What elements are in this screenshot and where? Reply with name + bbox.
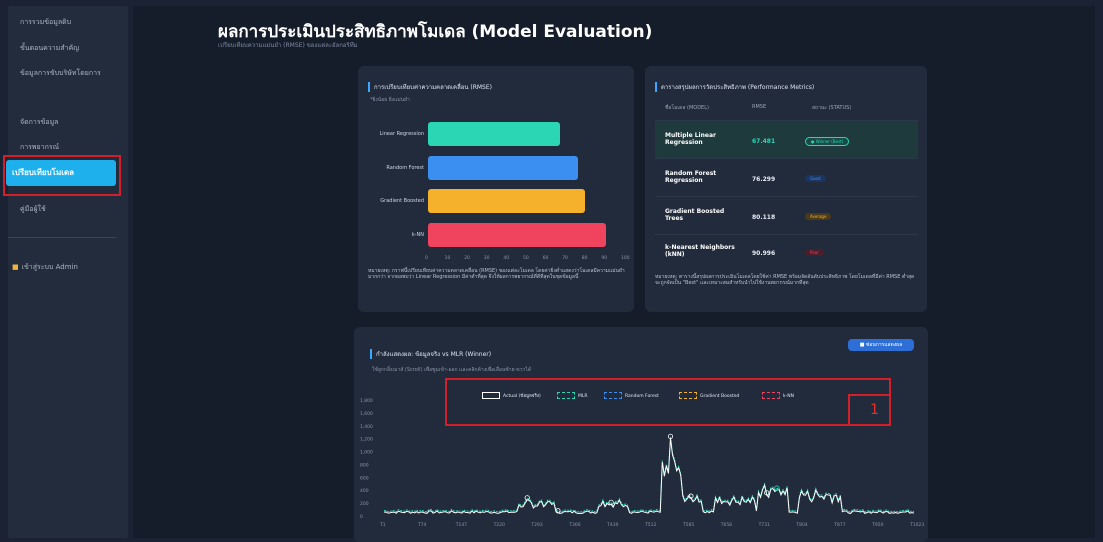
x-tick-label: T439 [606, 522, 618, 528]
admin-label: เข้าสู่ระบบ Admin [21, 263, 78, 271]
sidebar-item-raw-data[interactable]: การรวมข้อมูลดิบ [20, 18, 124, 27]
x-tick-label: T147 [455, 522, 467, 528]
sidebar-divider [8, 237, 116, 238]
x-tick-label: T74 [417, 522, 427, 528]
x-tick-label: 70 [562, 256, 568, 261]
toggle-display-button[interactable]: ■ ซ่อนการแสดงผล [848, 339, 914, 351]
rmse-card-subtitle: *ยิ่งน้อย ยิ่งแม่นยำ [370, 97, 410, 103]
sidebar-item-importance[interactable]: ขั้นตอนความสำคัญ [20, 44, 124, 53]
sidebar-item-manage[interactable]: จัดการข้อมูล [20, 118, 124, 127]
y-tick-label: 200 [360, 501, 369, 507]
x-tick-label: T293 [530, 522, 542, 528]
series-mlr [383, 436, 915, 513]
rmse-note: หมายเหตุ: กราฟนี้เปรียบเทียบค่าความคลาดเ… [368, 268, 625, 280]
table-row: Multiple Linear Regression 67.481 ● Winn… [655, 120, 918, 159]
table-row: Gradient Boosted Trees 80.118 Average [655, 196, 918, 235]
x-tick-label: T1023 [909, 522, 924, 528]
table-row: k-Nearest Neighbors (kNN) 90.996 Poor [655, 234, 918, 269]
forecast-line-chart[interactable]: 1,800 1,600 1,400 1,200 1,000 800 600 400 200 0 T1… [354, 390, 928, 542]
bar-label: Random Forest [386, 164, 424, 171]
row-model-name: Random Forest Regression [665, 170, 717, 184]
row-model-name: Gradient Boosted Trees [665, 208, 725, 222]
x-tick-label: T585 [682, 522, 694, 528]
row-rmse: 76.299 [752, 176, 776, 183]
bar-linear-regression[interactable] [428, 122, 561, 146]
x-tick-label: 20 [464, 256, 470, 261]
metrics-note: หมายเหตุ: ตารางนี้สรุปผลการประเมินโมเดลโ… [655, 274, 915, 286]
row-model-name: Multiple Linear Regression [665, 132, 716, 146]
x-tick-label: 10 [444, 256, 451, 261]
x-tick-label: T658 [720, 522, 732, 528]
rmse-card-title: การเปรียบเทียบค่าความคลาดเคลื่อน (RMSE) [368, 82, 492, 92]
sidebar-item-company[interactable]: ข้อมูลการขับบริษัทโดยการ [20, 69, 116, 78]
x-tick-label: T366 [568, 522, 580, 528]
x-tick-label: 100 [621, 256, 630, 261]
x-tick-label: T512 [644, 522, 656, 528]
status-badge: Average [805, 213, 832, 220]
bar-random-forest[interactable] [428, 155, 578, 180]
x-tick-label: T1 [379, 522, 386, 528]
x-tick-label: 60 [542, 256, 549, 261]
highlight-box-sidebar [3, 155, 121, 196]
y-tick-label: 600 [360, 475, 369, 481]
bar-gradient-boosted[interactable] [428, 189, 586, 213]
row-rmse: 67.481 [752, 138, 776, 145]
row-model-name: k-Nearest Neighbors (kNN) [665, 244, 735, 258]
metrics-card-title: ตารางสรุปผลการวัดประสิทธิภาพ (Performanc… [655, 82, 814, 92]
y-tick-label: 1,400 [360, 424, 373, 430]
x-tick-label: 30 [483, 256, 490, 261]
x-tick-label: T220 [493, 522, 505, 528]
page-subtitle: เปรียบเทียบความแม่นยำ (RMSE) ของแต่ละอัล… [218, 42, 358, 49]
lock-icon: ■ [12, 263, 19, 271]
y-tick-label: 1,000 [360, 450, 373, 456]
header-rmse: RMSE [752, 104, 767, 110]
x-tick-label: 80 [581, 256, 588, 261]
forecast-card-subtitle: ใช้ลูกกลิ้งเมาส์ (Scroll) เพื่อซูมเข้า-อ… [372, 367, 532, 373]
table-row: Random Forest Regression 76.299 Good [655, 158, 918, 197]
status-badge: Poor [805, 249, 824, 256]
x-tick-label: 90 [601, 256, 608, 261]
x-tick-label: T877 [833, 522, 845, 528]
status-badge: Good [805, 175, 826, 182]
x-tick-label: 40 [503, 256, 510, 261]
x-tick-label: 50 [523, 256, 529, 261]
row-rmse: 80.118 [752, 214, 776, 221]
row-rmse: 90.996 [752, 250, 776, 257]
y-tick-label: 1,600 [360, 411, 373, 417]
y-tick-label: 1,800 [360, 398, 373, 404]
y-tick-label: 1,200 [360, 437, 373, 443]
x-tick-label: T731 [758, 522, 770, 528]
x-tick-label: T804 [795, 522, 807, 528]
bar-label: Linear Regression [379, 131, 424, 137]
bar-label: k-NN [411, 231, 424, 238]
bar-label: Gradient Boosted [380, 198, 424, 204]
x-tick-label: 0 [425, 256, 428, 261]
status-badge: ● Winner (Best) [805, 137, 850, 146]
y-tick-label: 800 [360, 462, 369, 468]
header-model: ชื่อโมเดล (MODEL) [665, 105, 709, 111]
bar-k-nn[interactable] [428, 222, 607, 247]
forecast-card-title: กำลังแสดงผล: ข้อมูลจริง vs MLR (Winner) [370, 349, 491, 359]
series-actual [383, 438, 915, 514]
sidebar-item-manual[interactable]: คู่มือผู้ใช้ [20, 205, 124, 214]
y-tick-label: 400 [360, 488, 369, 494]
header-status: สถานะ (STATUS) [812, 105, 852, 111]
x-tick-label: T950 [871, 522, 883, 528]
y-tick-label: 0 [360, 514, 363, 520]
admin-login-link[interactable]: ■ เข้าสู่ระบบ Admin [12, 262, 78, 273]
sidebar-item-forecast[interactable]: การพยากรณ์ [20, 143, 124, 152]
